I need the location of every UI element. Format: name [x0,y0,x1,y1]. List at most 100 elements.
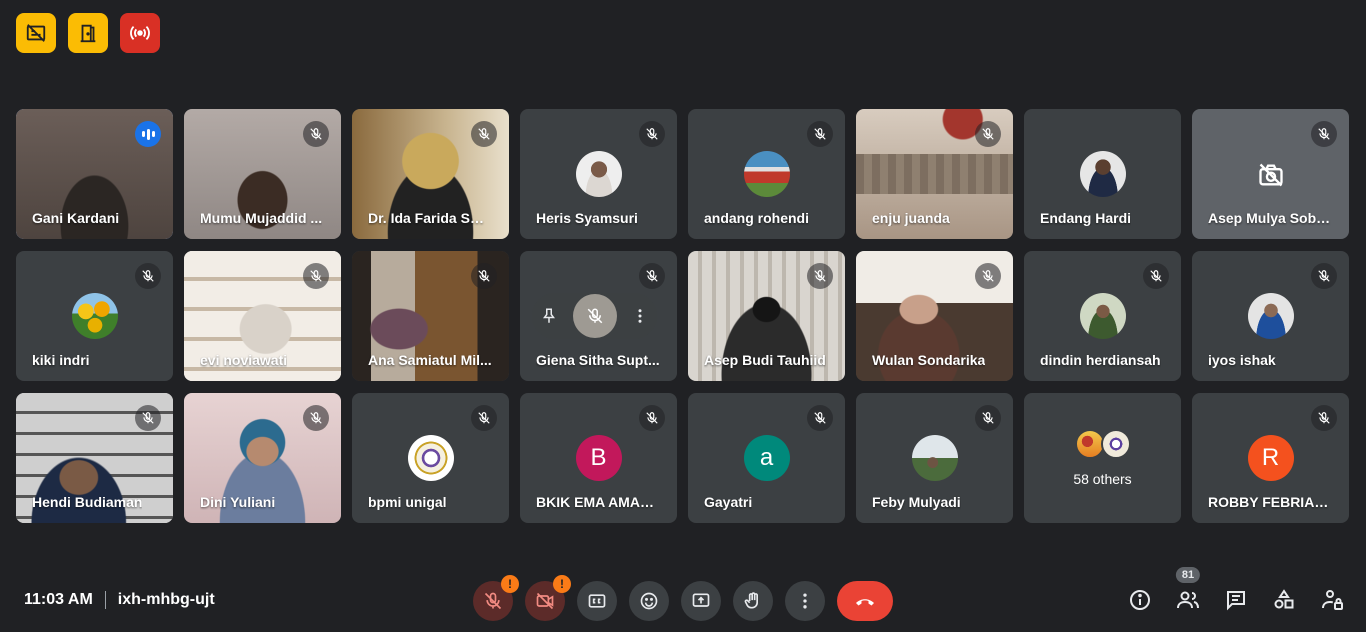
participant-tile[interactable]: a Gayatri [688,393,845,523]
broadcast-icon[interactable] [120,13,160,53]
camera-toggle-button[interactable]: ! [525,575,571,621]
participant-tile[interactable]: Mumu Mujaddid ... [184,109,341,239]
participant-name: Ana Samiatul Mil... [368,352,492,368]
activities-button[interactable] [1272,588,1296,612]
participant-name: Hendi Budiaman [32,494,143,510]
muted-mic-icon [471,121,497,147]
profile-avatar [1079,293,1126,339]
participant-name: Giena Sitha Supt... [536,352,660,368]
emoji-icon [640,592,658,610]
participant-name: BKIK EMA AMALIA [536,494,661,510]
divider [104,591,106,609]
participant-tile[interactable]: Dini Yuliani [184,393,341,523]
muted-mic-icon [471,263,497,289]
pin-icon[interactable] [540,307,558,325]
participant-tile[interactable]: Dr. Ida Farida SH.... [352,109,509,239]
muted-mic-icon [975,263,1001,289]
participant-tile[interactable]: iyos ishak [1192,251,1349,381]
muted-mic-icon [639,121,665,147]
profile-avatar [575,151,622,197]
muted-mic-icon [639,263,665,289]
exit-door-icon[interactable] [68,13,108,53]
more-options-button[interactable] [785,581,825,621]
participant-name: Gani Kardani [32,210,120,226]
mute-participant-button[interactable] [572,294,617,338]
letter-avatar: a [743,435,790,481]
participant-tile[interactable]: R ROBBY FEBRIAN ... [1192,393,1349,523]
letter-avatar: R [1247,435,1294,481]
participant-tile[interactable]: Ana Samiatul Mil... [352,251,509,381]
host-controls-button[interactable] [1320,588,1344,612]
profile-avatar [743,151,790,197]
letter-avatar: B [575,435,622,481]
profile-avatar [71,293,118,339]
participant-name: Wulan Sondarika [872,352,986,368]
raise-hand-button[interactable] [733,581,773,621]
participant-name: kiki indri [32,352,90,368]
participant-name: enju juanda [872,210,950,226]
captions-button[interactable] [577,581,617,621]
present-screen-button[interactable] [681,581,721,621]
warning-badge: ! [501,575,519,593]
participant-tile[interactable]: evi noviawati [184,251,341,381]
muted-mic-icon [135,263,161,289]
participant-name: Feby Mulyadi [872,494,961,510]
participant-name: Dr. Ida Farida SH.... [368,210,493,226]
others-avatar-stack [1074,429,1131,459]
leave-call-button[interactable] [837,581,893,621]
others-count-label: 58 others [1073,471,1132,487]
participant-tile[interactable]: andang rohendi [688,109,845,239]
reactions-button[interactable] [629,581,669,621]
meeting-details: 11:03 AM ixh-mhbg-ujt [24,591,215,609]
participant-name: evi noviawati [200,352,288,368]
captions-icon [588,594,606,608]
muted-mic-icon [1143,263,1169,289]
chat-icon [1227,591,1245,611]
profile-avatar [407,435,454,481]
muted-mic-icon [471,405,497,431]
participant-tile[interactable]: kiki indri [16,251,173,381]
mic-off-icon [484,592,502,610]
muted-mic-icon [303,121,329,147]
participant-tile[interactable]: Wulan Sondarika [856,251,1013,381]
muted-mic-icon [639,405,665,431]
more-options-icon[interactable] [631,307,649,325]
tile-hover-controls [532,293,657,339]
captions-off-icon[interactable] [16,13,56,53]
chat-button[interactable] [1224,588,1248,612]
participant-tile[interactable]: Endang Hardi [1024,109,1181,239]
muted-mic-icon [975,405,1001,431]
people-icon [1177,591,1199,609]
participant-tile[interactable]: B BKIK EMA AMALIA [520,393,677,523]
participant-tile[interactable]: Asep Mulya Sobari [1192,109,1349,239]
mic-toggle-button[interactable]: ! [473,575,519,621]
participant-tile[interactable]: Asep Budi Tauhiid [688,251,845,381]
participant-tile[interactable]: Gani Kardani [16,109,173,239]
meeting-details-button[interactable] [1128,588,1152,612]
participant-tile[interactable]: Heris Syamsuri [520,109,677,239]
muted-mic-icon [1311,121,1337,147]
speaking-indicator-icon [135,121,161,147]
participant-tile[interactable]: bpmi unigal [352,393,509,523]
participant-tile[interactable]: enju juanda [856,109,1013,239]
participant-name: Mumu Mujaddid ... [200,210,323,226]
participant-tile[interactable]: Giena Sitha Supt... [520,251,677,381]
participant-tile[interactable]: dindin herdiansah [1024,251,1181,381]
participant-name: dindin herdiansah [1040,352,1161,368]
hang-up-icon [856,599,874,606]
participant-name: Gayatri [704,494,753,510]
present-icon [692,593,710,607]
participant-name: bpmi unigal [368,494,447,510]
more-vert-icon [803,593,807,609]
muted-mic-icon [807,121,833,147]
participant-name: Asep Mulya Sobari [1208,210,1333,226]
people-button[interactable]: 81 [1175,567,1201,612]
muted-mic-icon [303,405,329,431]
muted-mic-icon [1311,405,1337,431]
muted-mic-icon [807,405,833,431]
participant-tile[interactable]: Hendi Budiaman [16,393,173,523]
participant-tile[interactable]: Feby Mulyadi [856,393,1013,523]
others-tile[interactable]: 58 others [1024,393,1181,523]
profile-avatar [911,435,958,481]
info-icon [1130,590,1150,610]
